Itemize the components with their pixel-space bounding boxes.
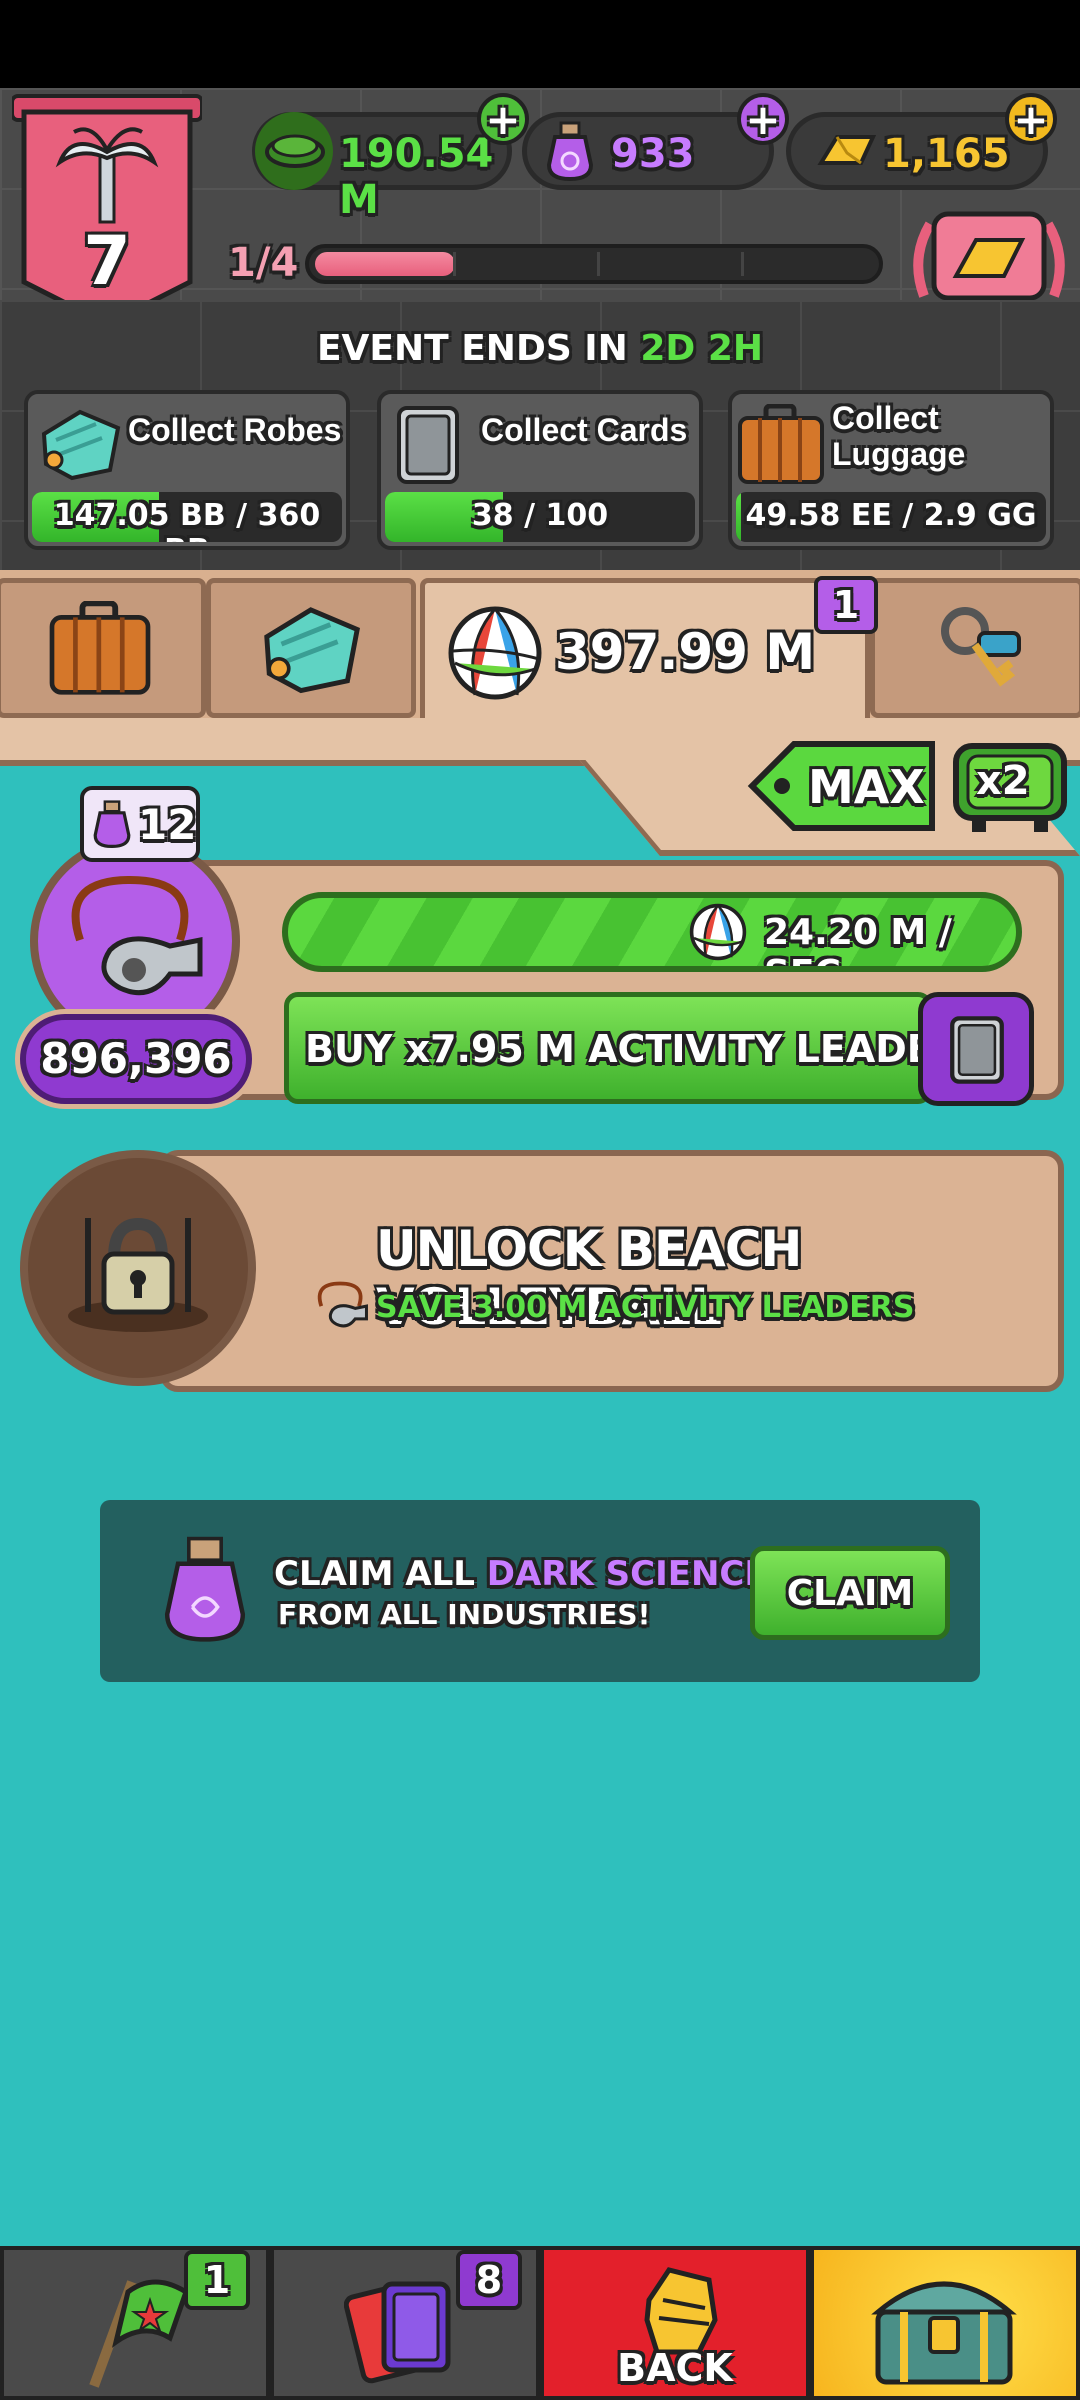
cash-stack-icon [255,112,333,190]
add-gold-button[interactable]: + [1005,93,1057,145]
event-hours: 2H [707,328,764,369]
max-label: MAX [808,760,925,814]
dark-science-counter: 933 + [522,93,789,190]
buy-label: BUY x7.95 M ACTIVITY LEADERS [305,1027,990,1071]
dark-science-value: 933 [611,131,695,177]
add-cash-button[interactable]: + [477,93,529,145]
treasure-chest-icon [871,2281,1017,2385]
progress-divider [597,252,600,276]
level-number: 7 [83,222,131,301]
nav-missions[interactable]: 1 [0,2246,270,2400]
luggage-icon [49,601,151,695]
task-progress-text: 49.58 EE / 2.9 GG [745,498,1037,533]
locked-industry-avatar [20,1150,256,1386]
tab-beach-balls-active[interactable]: 397.99 M [420,578,870,728]
buy-activity-leaders-button[interactable]: BUY x7.95 M ACTIVITY LEADERS [284,992,989,1104]
nav-back-button[interactable]: BACK [540,2246,810,2400]
task-label-line: Luggage [832,436,966,472]
whistle-icon [71,875,203,996]
milestone-progress-fill [315,252,455,276]
claim-dark-science-banner: CLAIM ALL DARK SCIENCE FROM ALL INDUSTRI… [100,1500,980,1682]
gold-value: 1,165 [883,131,1010,177]
tab-robes[interactable] [206,578,416,718]
nav-treasure-chest[interactable] [810,2246,1080,2400]
card-icon [393,404,463,490]
task-progress-bar: 49.58 EE / 2.9 GG [736,492,1046,542]
claim-text-line2: FROM ALL INDUSTRIES! [278,1598,651,1631]
claim-highlight: DARK SCIENCE [486,1554,768,1594]
keys-badge: 1 [814,576,878,634]
production-rate: 24.20 M / SEC [764,912,952,966]
dark-science-flask-icon [545,121,595,185]
task-label: Collect Robes [128,412,342,448]
tab-luggage[interactable] [0,578,206,718]
task-collect-robes[interactable]: Collect Robes 147.05 BB / 360 BB [24,390,350,550]
claim-button[interactable]: CLAIM [750,1546,950,1640]
dark-science-flask-icon [164,1536,246,1642]
max-button[interactable]: MAX [746,738,938,834]
gold-rewards-button[interactable] [904,206,1074,310]
task-label-line: Collect [832,400,939,436]
back-label: BACK [617,2346,733,2390]
task-label: Collect Luggage [832,400,965,472]
task-label: Collect Cards [481,412,688,448]
add-dark-science-button[interactable]: + [737,93,789,145]
level-banner[interactable]: 7 [10,92,204,332]
padlock-icon [68,1217,208,1332]
robes-icon [36,404,126,488]
whistle-icon [317,1281,368,1328]
status-bar [0,0,1080,88]
milestone-progress-bar [305,244,883,284]
claim-button-label: CLAIM [786,1573,914,1614]
task-collect-luggage[interactable]: Collect Luggage 49.58 EE / 2.9 GG [728,390,1054,550]
gold-counter: 1,165 + [786,93,1057,190]
task-progress-text: 38 / 100 [471,498,609,533]
keys-icon [941,607,1021,687]
gold-bar-icon [817,127,877,181]
beach-ball-balance: 397.99 M [555,623,816,681]
science-reward-badge: 12 [80,786,200,862]
fist-icon [644,2267,718,2355]
multiplier-label: x2 [976,758,1030,804]
progress-divider [741,252,744,276]
beach-ball-icon [448,606,542,700]
unlock-cost: SAVE 3.00 M ACTIVITY LEADERS [376,1290,915,1325]
event-timer: EVENT ENDS IN 2D 2H [0,328,1080,369]
beach-ball-icon [689,903,747,961]
card-icon [950,1016,1004,1084]
owned-count-plate: 896,396 [20,1014,252,1104]
owned-count: 896,396 [40,1034,232,1083]
nav-cards[interactable]: 8 [270,2246,540,2400]
cash-counter: 190.54 M + [252,93,529,223]
milestone-progress-label: 1/4 [228,240,299,286]
event-ends-label: EVENT ENDS IN [316,328,628,369]
robes-icon [264,607,360,694]
luggage-icon [736,403,826,490]
tab-keys[interactable] [870,578,1080,718]
x2-boost-button[interactable]: x2 [950,740,1070,836]
claim-prefix: CLAIM ALL [274,1554,475,1594]
cards-icon [344,2281,451,2384]
card-upgrade-button[interactable] [918,992,1034,1106]
production-timer-bar: 24.20 M / SEC [282,892,1022,972]
science-reward-count: 12 [138,800,197,849]
event-days: 2D [640,328,696,369]
task-collect-cards[interactable]: Collect Cards 38 / 100 [377,390,703,550]
claim-text-line1: CLAIM ALL DARK SCIENCE [274,1554,768,1594]
cards-badge: 8 [456,2250,522,2310]
missions-badge: 1 [184,2250,250,2310]
cash-value: 190.54 M [339,131,494,223]
progress-divider [453,252,456,276]
task-progress-bar: 147.05 BB / 360 BB [32,492,342,542]
dark-science-flask-icon [93,800,131,849]
task-progress-text: 147.05 BB / 360 BB [53,498,321,542]
task-progress-bar: 38 / 100 [385,492,695,542]
